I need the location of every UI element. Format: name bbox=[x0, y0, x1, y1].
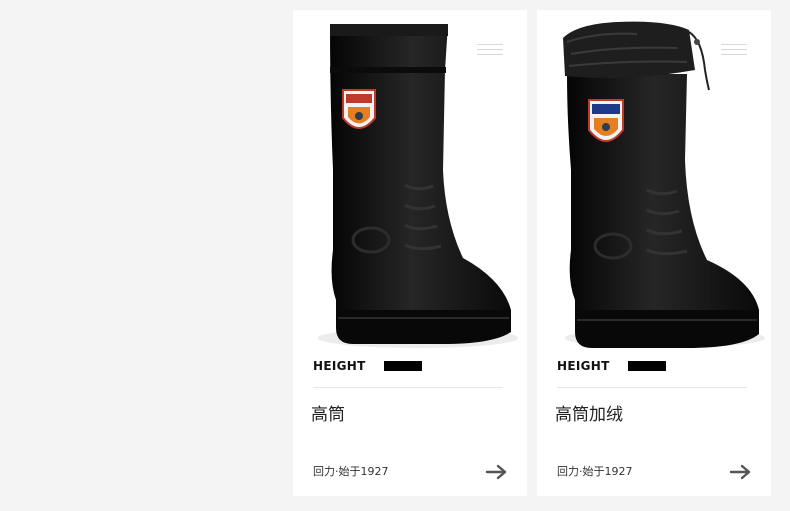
arrow-right-icon[interactable] bbox=[485, 463, 509, 481]
menu-icon[interactable] bbox=[721, 44, 747, 59]
height-label: HEIGHT bbox=[557, 359, 610, 373]
menu-icon[interactable] bbox=[477, 44, 503, 59]
product-card-tall-boot[interactable]: HEIGHT 高筒 回力·始于1927 bbox=[293, 10, 527, 496]
brand-label: 回力·始于1927 bbox=[557, 465, 633, 478]
product-name[interactable]: 高筒 bbox=[311, 400, 345, 425]
product-card-fleece-boot[interactable]: HEIGHT 高筒加绒 回力·始于1927 bbox=[537, 10, 771, 496]
product-name[interactable]: 高筒加绒 bbox=[555, 400, 623, 425]
height-bar bbox=[383, 361, 422, 371]
height-label: HEIGHT bbox=[313, 359, 366, 373]
height-indicator: HEIGHT bbox=[557, 359, 666, 373]
divider bbox=[557, 387, 747, 388]
divider bbox=[313, 387, 503, 388]
height-bar bbox=[627, 361, 666, 371]
arrow-right-icon[interactable] bbox=[729, 463, 753, 481]
height-indicator: HEIGHT bbox=[313, 359, 422, 373]
brand-label: 回力·始于1927 bbox=[313, 465, 389, 478]
rain-boot-image bbox=[318, 24, 518, 348]
fleece-lined-rain-boot-image bbox=[563, 21, 765, 348]
